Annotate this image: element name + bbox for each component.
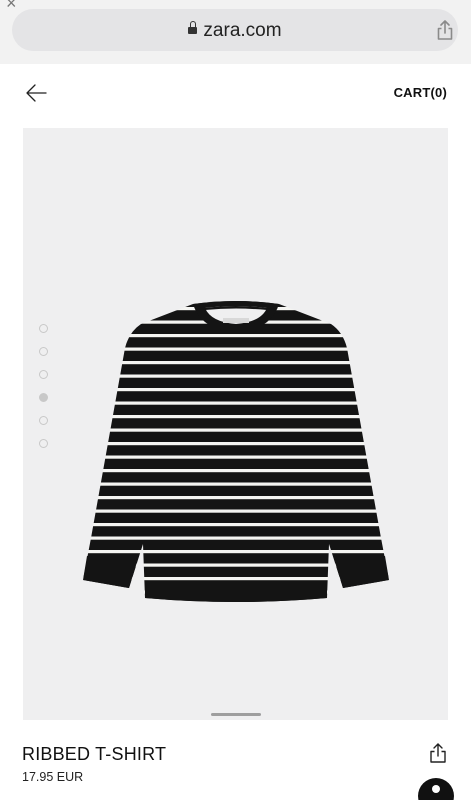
lock-icon	[188, 21, 198, 36]
browser-address-bar: × zara.com	[0, 0, 471, 64]
gallery-dot[interactable]	[39, 416, 48, 425]
url-field[interactable]: zara.com	[12, 9, 458, 51]
close-icon[interactable]: ×	[6, 0, 17, 12]
share-icon[interactable]	[434, 19, 456, 41]
product-image-gallery[interactable]	[23, 128, 448, 720]
site-header: CART(0)	[0, 64, 471, 126]
arrow-left-icon[interactable]	[24, 82, 48, 104]
product-name: RIBBED T-SHIRT	[22, 744, 167, 764]
chat-button[interactable]	[418, 778, 454, 800]
share-icon[interactable]	[428, 742, 448, 764]
gallery-dot[interactable]	[39, 347, 48, 356]
gallery-dot[interactable]	[39, 324, 48, 333]
gallery-pagination	[39, 324, 51, 462]
cart-button[interactable]: CART(0)	[394, 85, 447, 100]
gallery-dot[interactable]	[39, 370, 48, 379]
scroll-indicator	[211, 713, 261, 716]
gallery-dot-active[interactable]	[39, 393, 48, 402]
product-image	[83, 301, 389, 602]
gallery-dot[interactable]	[39, 439, 48, 448]
product-price: 17.95 EUR	[22, 770, 84, 784]
chat-icon	[432, 785, 440, 793]
url-text: zara.com	[203, 20, 282, 41]
